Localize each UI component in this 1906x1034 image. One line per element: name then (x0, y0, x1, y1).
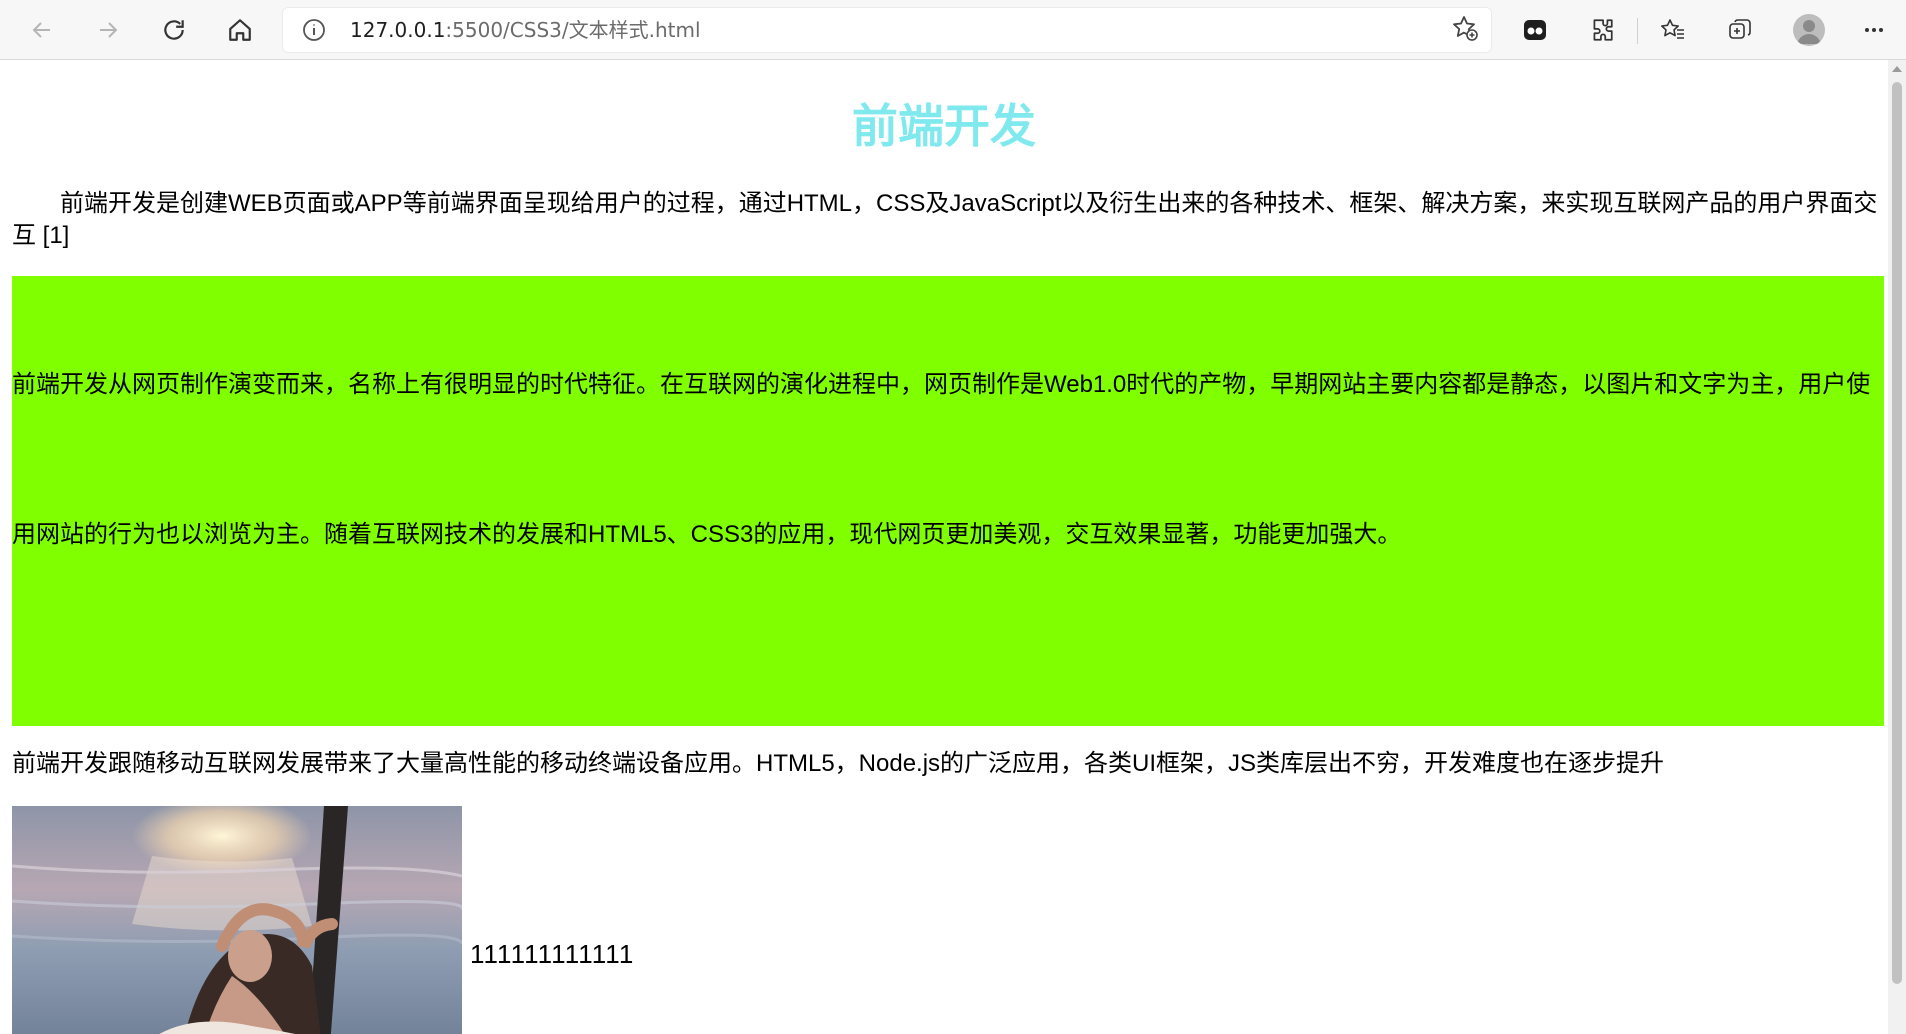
more-menu-button[interactable] (1854, 10, 1894, 50)
scrollbar-thumb[interactable] (1892, 82, 1902, 984)
favorites-star-icon (1660, 17, 1686, 43)
address-bar[interactable]: 127.0.0.1:5500/CSS3/文本样式.html (282, 7, 1492, 53)
app-extension-button[interactable] (1515, 10, 1555, 50)
back-arrow-icon (30, 18, 54, 42)
url-text[interactable]: 127.0.0.1:5500/CSS3/文本样式.html (350, 7, 701, 53)
vertical-scrollbar[interactable] (1888, 60, 1906, 1034)
collections-icon (1727, 17, 1753, 43)
highlighted-paragraph-block: 前端开发从网页制作演变而来，名称上有很明显的时代特征。在互联网的演化进程中，网页… (12, 276, 1884, 726)
home-icon (227, 17, 253, 43)
add-favorite-icon (1451, 14, 1479, 46)
browser-toolbar: 127.0.0.1:5500/CSS3/文本样式.html (0, 0, 1906, 60)
back-button[interactable] (22, 10, 62, 50)
page-title: 前端开发 (852, 100, 1036, 152)
home-button[interactable] (220, 10, 260, 50)
page-viewport: 前端开发 前端开发是创建WEB页面或APP等前端界面呈现给用户的过程，通过HTM… (0, 60, 1888, 1034)
image-caption: 111111111111 (470, 939, 635, 969)
more-menu-icon (1862, 18, 1886, 42)
mobile-paragraph: 前端开发跟随移动互联网发展带来了大量高性能的移动终端设备应用。HTML5，Nod… (12, 750, 1665, 777)
add-favorite-button[interactable] (1450, 15, 1480, 45)
extensions-button[interactable] (1582, 10, 1622, 50)
favorites-button[interactable] (1653, 10, 1693, 50)
profile-avatar[interactable] (1793, 14, 1825, 46)
intro-paragraph: 前端开发是创建WEB页面或APP等前端界面呈现给用户的过程，通过HTML，CSS… (12, 190, 1878, 249)
app-icon (1522, 17, 1548, 43)
toolbar-separator (1637, 18, 1638, 44)
beach-photo (12, 806, 462, 1034)
scroll-up-arrow-icon[interactable] (1892, 66, 1902, 72)
refresh-icon (161, 17, 187, 43)
collections-button[interactable] (1720, 10, 1760, 50)
extensions-puzzle-icon (1589, 17, 1615, 43)
url-host: 127.0.0.1 (350, 18, 446, 42)
forward-arrow-icon (96, 18, 120, 42)
history-paragraph: 前端开发从网页制作演变而来，名称上有很明显的时代特征。在互联网的演化进程中，网页… (12, 371, 1871, 548)
info-icon[interactable] (302, 18, 326, 42)
forward-button[interactable] (88, 10, 128, 50)
url-path: :5500/CSS3/文本样式.html (445, 18, 701, 42)
refresh-button[interactable] (154, 10, 194, 50)
